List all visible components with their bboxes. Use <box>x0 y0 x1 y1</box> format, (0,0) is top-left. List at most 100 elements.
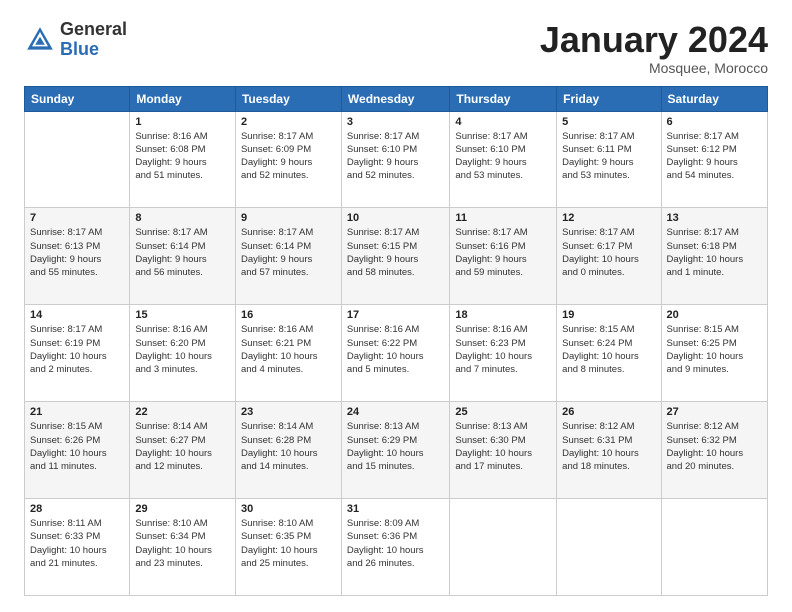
cell-content: Sunrise: 8:17 AMSunset: 6:10 PMDaylight:… <box>347 130 444 183</box>
day-number: 31 <box>347 503 444 515</box>
cell-content: Sunrise: 8:17 AMSunset: 6:10 PMDaylight:… <box>455 130 551 183</box>
day-number: 2 <box>241 116 336 128</box>
month-title: January 2024 <box>540 20 768 60</box>
title-block: January 2024 Mosquee, Morocco <box>540 20 768 76</box>
cell-line: Daylight: 9 hours <box>667 157 738 168</box>
cell-line: Sunset: 6:20 PM <box>135 338 205 349</box>
cell-line: Daylight: 10 hours <box>241 545 318 556</box>
cell-line: Sunrise: 8:17 AM <box>347 227 419 238</box>
calendar-cell: 17Sunrise: 8:16 AMSunset: 6:22 PMDayligh… <box>341 305 449 402</box>
cell-line: Daylight: 10 hours <box>562 351 639 362</box>
cell-line: Daylight: 10 hours <box>135 545 212 556</box>
week-row-5: 28Sunrise: 8:11 AMSunset: 6:33 PMDayligh… <box>25 499 768 596</box>
day-number: 10 <box>347 212 444 224</box>
calendar-cell: 31Sunrise: 8:09 AMSunset: 6:36 PMDayligh… <box>341 499 449 596</box>
cell-line: Daylight: 9 hours <box>135 254 206 265</box>
day-number: 23 <box>241 406 336 418</box>
cell-line: and 53 minutes. <box>562 170 630 181</box>
cell-content: Sunrise: 8:12 AMSunset: 6:32 PMDaylight:… <box>667 420 762 473</box>
calendar-cell: 30 Sunrise: 8:10 AMSunset: 6:35 PMDayligh… <box>235 499 341 596</box>
cell-line: Sunrise: 8:17 AM <box>347 131 419 142</box>
cell-line: and 8 minutes. <box>562 364 624 375</box>
cell-line: Sunset: 6:31 PM <box>562 435 632 446</box>
cell-content: Sunrise: 8:15 AMSunset: 6:24 PMDaylight:… <box>562 323 655 376</box>
day-number: 8 <box>135 212 230 224</box>
day-number: 18 <box>455 309 551 321</box>
calendar-cell <box>661 499 767 596</box>
calendar-cell: 4Sunrise: 8:17 AMSunset: 6:10 PMDaylight… <box>450 111 557 208</box>
cell-line: Sunrise: 8:10 AM <box>135 518 207 529</box>
cell-line: Sunrise: 8:16 AM <box>135 131 207 142</box>
cell-line: Daylight: 10 hours <box>562 448 639 459</box>
day-number: 16 <box>241 309 336 321</box>
day-number: 14 <box>30 309 124 321</box>
cell-line: Sunrise: 8:16 AM <box>455 324 527 335</box>
cell-line: Sunset: 6:33 PM <box>30 531 100 542</box>
cell-line: Sunset: 6:16 PM <box>455 241 525 252</box>
day-number: 30 <box>241 503 336 515</box>
cell-line: Sunrise: 8:17 AM <box>562 131 634 142</box>
cell-line: Sunset: 6:19 PM <box>30 338 100 349</box>
calendar-cell: 28Sunrise: 8:11 AMSunset: 6:33 PMDayligh… <box>25 499 130 596</box>
cell-line: Daylight: 10 hours <box>455 448 532 459</box>
cell-line: Daylight: 9 hours <box>30 254 101 265</box>
cell-line: Sunset: 6:14 PM <box>135 241 205 252</box>
cell-line: Sunrise: 8:17 AM <box>667 131 739 142</box>
calendar-cell: 13Sunrise: 8:17 AMSunset: 6:18 PMDayligh… <box>661 208 767 305</box>
calendar-cell: 27Sunrise: 8:12 AMSunset: 6:32 PMDayligh… <box>661 402 767 499</box>
days-header-row: SundayMondayTuesdayWednesdayThursdayFrid… <box>25 86 768 111</box>
cell-line: Sunset: 6:10 PM <box>347 144 417 155</box>
logo: General Blue <box>24 20 127 60</box>
calendar-cell: 19 Sunrise: 8:15 AMSunset: 6:24 PMDayligh… <box>557 305 661 402</box>
cell-line: Sunset: 6:18 PM <box>667 241 737 252</box>
day-number: 19 <box>562 309 655 321</box>
cell-content: Sunrise: 8:14 AMSunset: 6:27 PMDaylight:… <box>135 420 230 473</box>
cell-line: and 12 minutes. <box>135 461 203 472</box>
cell-line: and 54 minutes. <box>667 170 735 181</box>
cell-line: Sunrise: 8:17 AM <box>241 227 313 238</box>
cell-line: Sunrise: 8:10 AM <box>241 518 313 529</box>
cell-content: Sunrise: 8:10 AMSunset: 6:35 PMDaylight:… <box>241 517 336 570</box>
week-row-4: 21Sunrise: 8:15 AMSunset: 6:26 PMDayligh… <box>25 402 768 499</box>
day-number: 12 <box>562 212 655 224</box>
day-number: 17 <box>347 309 444 321</box>
cell-line: and 1 minute. <box>667 267 725 278</box>
cell-line: Daylight: 10 hours <box>135 351 212 362</box>
cell-line: Sunrise: 8:11 AM <box>30 518 102 529</box>
cell-line: Sunrise: 8:17 AM <box>241 131 313 142</box>
cell-content: Sunrise: 8:13 AMSunset: 6:29 PMDaylight:… <box>347 420 444 473</box>
cell-line: and 2 minutes. <box>30 364 92 375</box>
day-number: 21 <box>30 406 124 418</box>
cell-line: Sunset: 6:27 PM <box>135 435 205 446</box>
cell-line: Daylight: 9 hours <box>455 157 526 168</box>
day-header-friday: Friday <box>557 86 661 111</box>
location: Mosquee, Morocco <box>540 60 768 76</box>
cell-line: Sunrise: 8:16 AM <box>135 324 207 335</box>
cell-line: and 7 minutes. <box>455 364 517 375</box>
day-number: 25 <box>455 406 551 418</box>
cell-line: Sunrise: 8:14 AM <box>135 421 207 432</box>
cell-line: and 59 minutes. <box>455 267 523 278</box>
day-number: 26 <box>562 406 655 418</box>
cell-line: and 56 minutes. <box>135 267 203 278</box>
cell-line: and 23 minutes. <box>135 558 203 569</box>
cell-line: Sunrise: 8:12 AM <box>562 421 634 432</box>
day-header-tuesday: Tuesday <box>235 86 341 111</box>
cell-content: Sunrise: 8:17 AMSunset: 6:19 PMDaylight:… <box>30 323 124 376</box>
cell-content: Sunrise: 8:17 AMSunset: 6:09 PMDaylight:… <box>241 130 336 183</box>
cell-content: Sunrise: 8:16 AM Sunset: 6:20 PM Daylight:… <box>135 323 230 376</box>
cell-line: Daylight: 10 hours <box>241 448 318 459</box>
cell-line: Sunset: 6:32 PM <box>667 435 737 446</box>
cell-line: Sunrise: 8:12 AM <box>667 421 739 432</box>
calendar-cell: 6Sunrise: 8:17 AMSunset: 6:12 PMDaylight… <box>661 111 767 208</box>
cell-line: Sunset: 6:11 PM <box>562 144 632 155</box>
cell-line: and 14 minutes. <box>241 461 309 472</box>
cell-line: Sunrise: 8:13 AM <box>455 421 527 432</box>
calendar-cell: 5Sunrise: 8:17 AMSunset: 6:11 PMDaylight… <box>557 111 661 208</box>
cell-line: Daylight: 9 hours <box>241 254 312 265</box>
cell-content: Sunrise: 8:17 AMSunset: 6:17 PMDaylight:… <box>562 226 655 279</box>
cell-line: Sunset: 6:10 PM <box>455 144 525 155</box>
calendar-cell: 16Sunrise: 8:16 AMSunset: 6:21 PMDayligh… <box>235 305 341 402</box>
cell-line: Sunset: 6:08 PM <box>135 144 205 155</box>
cell-line: and 58 minutes. <box>347 267 415 278</box>
